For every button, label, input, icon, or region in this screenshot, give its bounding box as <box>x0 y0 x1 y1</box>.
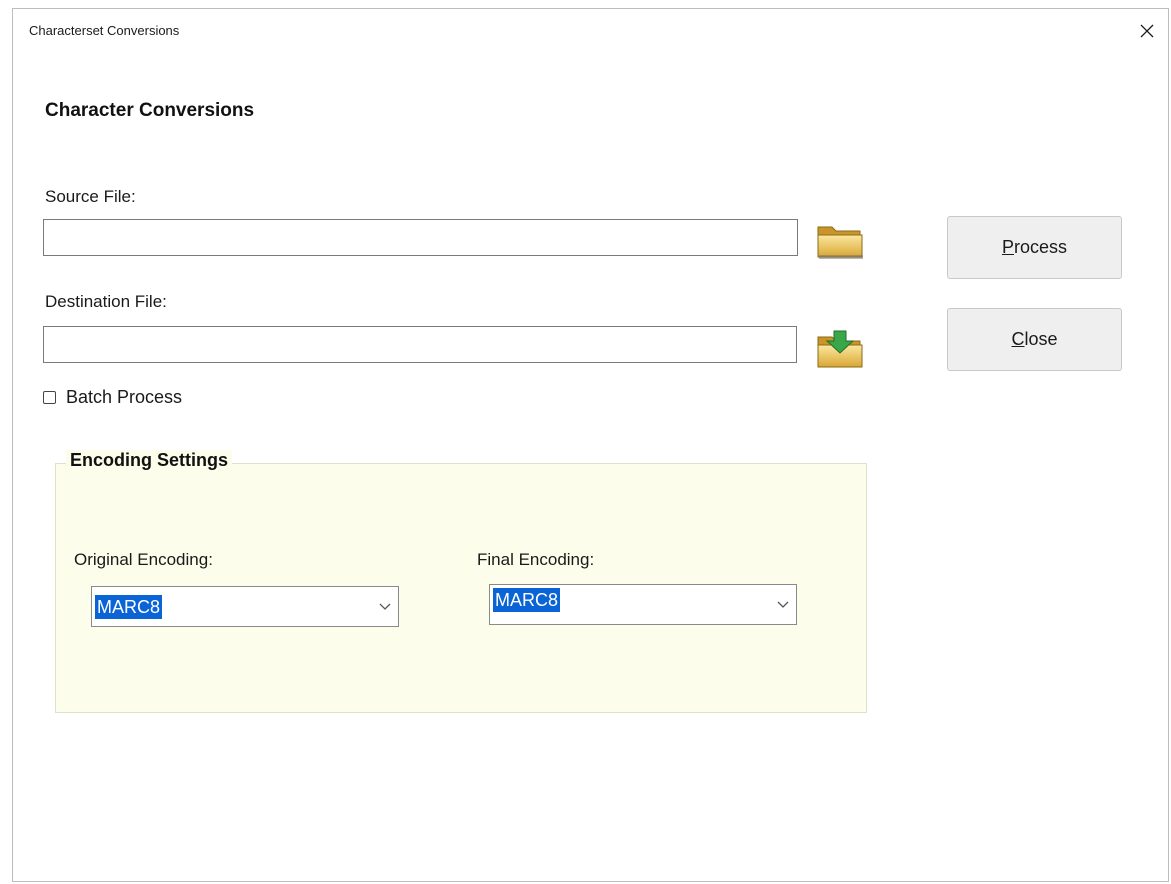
batch-process-option[interactable]: Batch Process <box>43 387 182 408</box>
folder-save-icon[interactable] <box>813 327 867 373</box>
batch-process-checkbox[interactable] <box>43 391 56 404</box>
final-encoding-select[interactable]: MARC8 <box>489 584 797 625</box>
process-button-mnemonic: P <box>1001 237 1014 257</box>
source-file-input[interactable] <box>43 219 798 256</box>
dialog-window: Characterset Conversions Character Conve… <box>12 8 1169 882</box>
chevron-down-icon[interactable] <box>378 599 392 613</box>
final-encoding-value: MARC8 <box>493 588 561 612</box>
original-encoding-label: Original Encoding: <box>74 550 213 569</box>
original-encoding-value: MARC8 <box>95 595 163 619</box>
source-file-label: Source File: <box>45 187 136 206</box>
title-bar[interactable]: Characterset Conversions <box>13 9 1168 53</box>
close-button[interactable]: Close <box>947 308 1122 371</box>
batch-process-label: Batch Process <box>66 387 183 407</box>
close-window-icon[interactable] <box>1132 17 1162 45</box>
close-button-mnemonic: C <box>1011 329 1025 349</box>
destination-file-input[interactable] <box>43 326 797 363</box>
encoding-settings-title: Encoding Settings <box>66 450 233 471</box>
final-encoding-label: Final Encoding: <box>477 550 595 569</box>
window-title: Characterset Conversions <box>29 23 180 38</box>
process-button[interactable]: Process <box>947 216 1122 279</box>
destination-file-label: Destination File: <box>45 292 167 311</box>
encoding-settings-group: Encoding Settings Original Encoding: MAR… <box>55 450 867 713</box>
page-title: Character Conversions <box>45 100 255 121</box>
original-encoding-select[interactable]: MARC8 <box>91 586 399 627</box>
folder-open-icon[interactable] <box>813 217 867 263</box>
close-button-label: lose <box>1024 329 1058 349</box>
chevron-down-icon[interactable] <box>776 597 790 611</box>
process-button-label: rocess <box>1014 237 1068 257</box>
